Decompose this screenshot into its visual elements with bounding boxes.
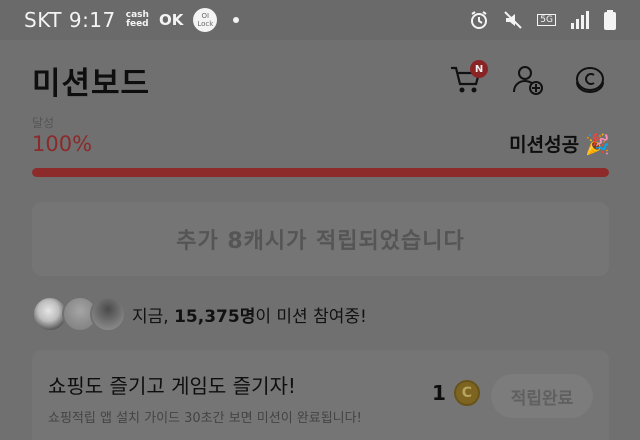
reward-count: 1 [432,381,446,405]
progress-label: 달성 [32,116,55,130]
participant-avatars [32,296,126,332]
app-header: 미션보드 N [0,40,640,120]
signal-icon [570,11,590,29]
page-title: 미션보드 [32,65,151,102]
cashfeed-icon: cash feed [125,10,149,29]
alarm-icon [469,10,489,30]
cash-coin-icon: C [453,380,480,406]
cart-button[interactable]: N [448,60,488,98]
progress-bar-fill [32,168,609,177]
reward-notice-text: 추가 8캐시가 적립되었습니다 [176,229,465,254]
participants-prefix: 지금, [132,306,175,327]
avatar [90,296,126,332]
status-bar: SKT 9:17 cash feed OK OI Lock 5G [0,0,640,40]
claim-complete-button[interactable]: 적립완료 [491,374,593,418]
clock: 9:17 [68,8,116,32]
reward-notice: 추가 8캐시가 적립되었습니다 [32,202,609,276]
notification-dot-icon [233,17,240,23]
mission-success-text: 미션성공 [509,134,580,156]
party-popper-icon: 🎉 [585,131,610,156]
network-type-icon: 5G [537,14,556,26]
carrier-label: SKT [24,8,62,32]
participants-suffix: 이 미션 참여중! [255,306,367,327]
coin-icon [576,67,604,94]
new-badge: N [470,60,488,78]
mission-card[interactable]: 쇼핑도 즐기고 게임도 즐기자! 쇼핑적립 앱 설치 가이드 30초간 보면 미… [32,350,609,440]
oilock-icon: OI Lock [193,8,218,32]
mission-success: 미션성공 🎉 [509,130,610,157]
battery-icon [604,10,616,30]
cash-balance-button[interactable] [572,62,608,98]
mission-board-content: 달성 100% 미션성공 🎉 추가 8캐시가 적립되었습니다 지금, 15,37… [0,116,640,440]
participants-text: 지금, 15,375명이 미션 참여중! [132,302,367,327]
participants-count: 15,375명 [174,306,256,327]
invite-friend-button[interactable] [510,62,546,98]
add-user-icon [513,66,543,95]
participants-row: 지금, 15,375명이 미션 참여중! [32,296,367,332]
progress-bar [32,168,609,177]
mute-icon [503,10,523,30]
mission-reward: 1 C [432,380,480,406]
carrier-time: SKT 9:17 [24,8,116,32]
progress-percent: 100% [32,132,93,156]
ok-cashbag-icon: OK [158,11,184,29]
